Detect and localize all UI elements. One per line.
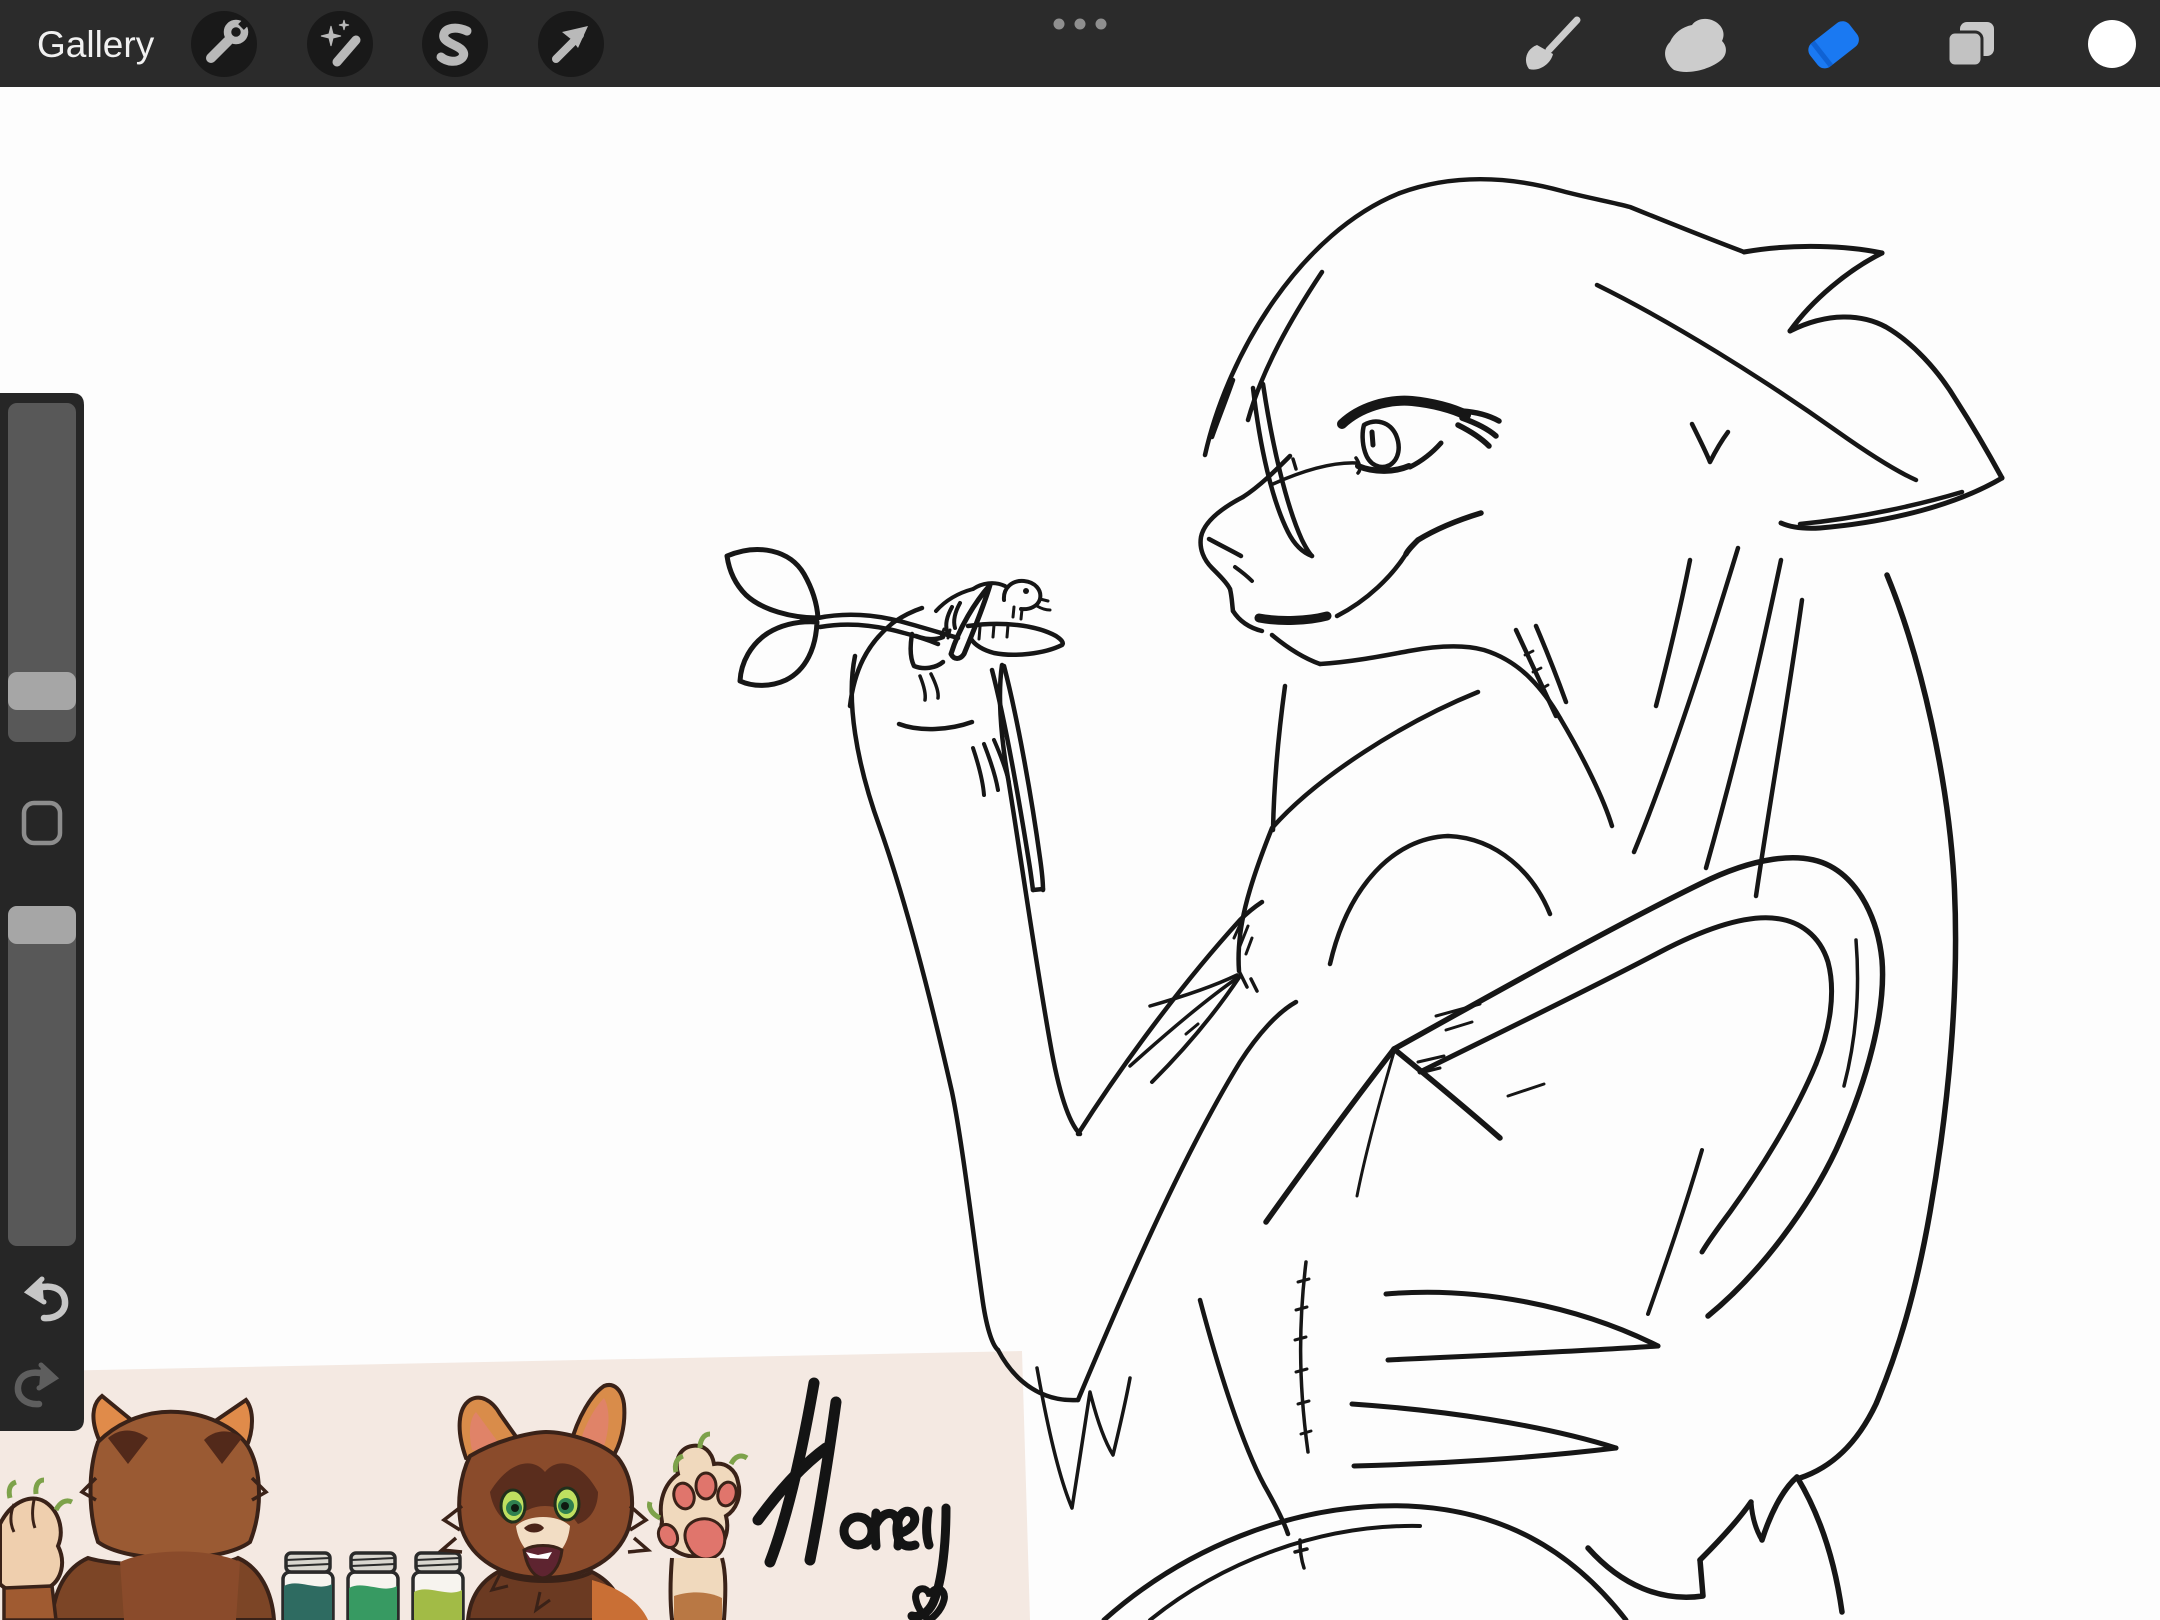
svg-text:Gallery: Gallery	[37, 24, 155, 65]
